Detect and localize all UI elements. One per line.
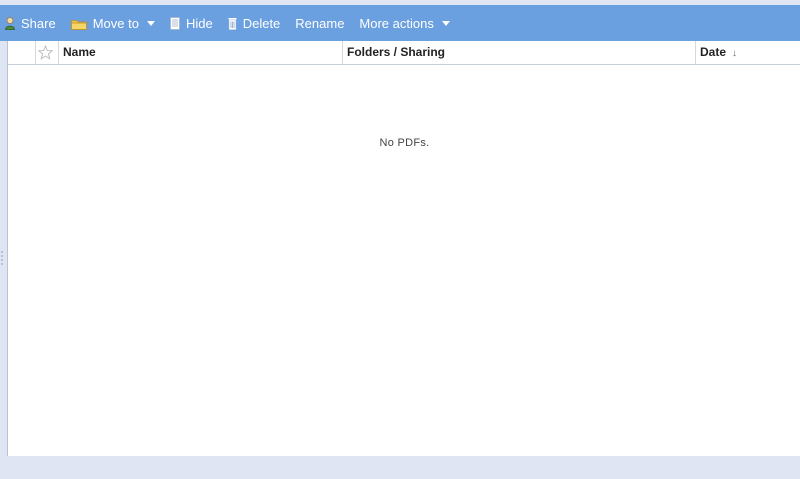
share-icon <box>5 16 15 30</box>
more-actions-label: More actions <box>359 15 434 31</box>
trash-icon <box>228 17 237 30</box>
column-divider <box>35 41 36 64</box>
docs-page: Share Move to Hide Delete Rename More ac… <box>0 0 800 479</box>
footer-strip <box>0 456 800 479</box>
rename-label: Rename <box>295 15 345 31</box>
share-button[interactable]: Share <box>5 16 56 31</box>
actions-toolbar: Share Move to Hide Delete Rename More ac… <box>0 5 800 41</box>
star-icon[interactable] <box>37 44 54 60</box>
delete-button[interactable]: Delete <box>228 15 281 31</box>
column-header-date-label: Date <box>700 45 727 59</box>
list-header: Name Folders / Sharing Date ↓ <box>8 41 800 65</box>
folder-icon <box>70 18 87 30</box>
empty-list-message: No PDFs. <box>379 137 430 149</box>
hide-label: Hide <box>185 15 213 31</box>
move-to-button[interactable]: Move to <box>70 15 155 31</box>
hide-icon <box>170 16 180 30</box>
document-list: Name Folders / Sharing Date ↓ No PDFs. <box>7 41 800 456</box>
chevron-down-icon <box>441 21 450 26</box>
sort-descending-icon: ↓ <box>732 48 738 59</box>
column-header-folders-sharing[interactable]: Folders / Sharing <box>347 41 445 64</box>
resize-handle[interactable] <box>0 249 4 269</box>
column-header-name[interactable]: Name <box>63 41 96 64</box>
chevron-down-icon <box>146 21 155 26</box>
share-label: Share <box>21 15 56 31</box>
column-divider <box>58 41 59 64</box>
column-header-folders-label: Folders / Sharing <box>347 45 446 59</box>
more-actions-button[interactable]: More actions <box>359 15 450 31</box>
rename-button[interactable]: Rename <box>295 16 344 31</box>
hide-button[interactable]: Hide <box>170 16 213 31</box>
delete-label: Delete <box>242 15 281 31</box>
column-divider <box>695 41 696 64</box>
column-header-name-label: Name <box>63 45 96 59</box>
column-divider <box>342 41 343 64</box>
move-to-label: Move to <box>92 15 139 31</box>
column-header-date[interactable]: Date ↓ <box>700 41 737 64</box>
